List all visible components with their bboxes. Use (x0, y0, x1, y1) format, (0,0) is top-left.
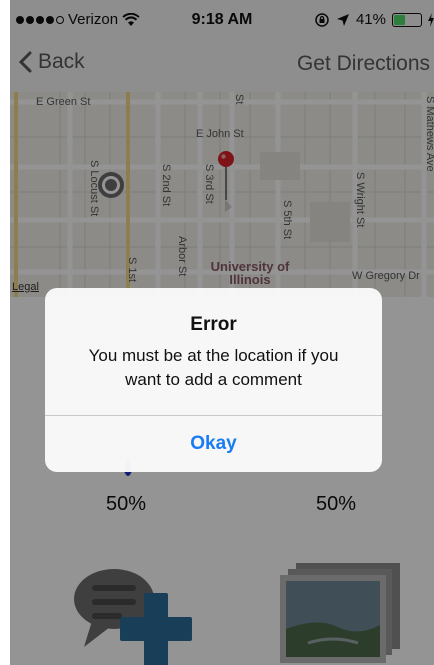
alert-title: Error (190, 314, 237, 335)
okay-button[interactable]: Okay (45, 416, 382, 472)
alert-message: You must be at the location if you want … (88, 346, 339, 389)
error-alert: Error You must be at the location if you… (45, 288, 382, 472)
app-screen: Verizon 9:18 AM 41% Back Get Directions … (10, 0, 434, 665)
